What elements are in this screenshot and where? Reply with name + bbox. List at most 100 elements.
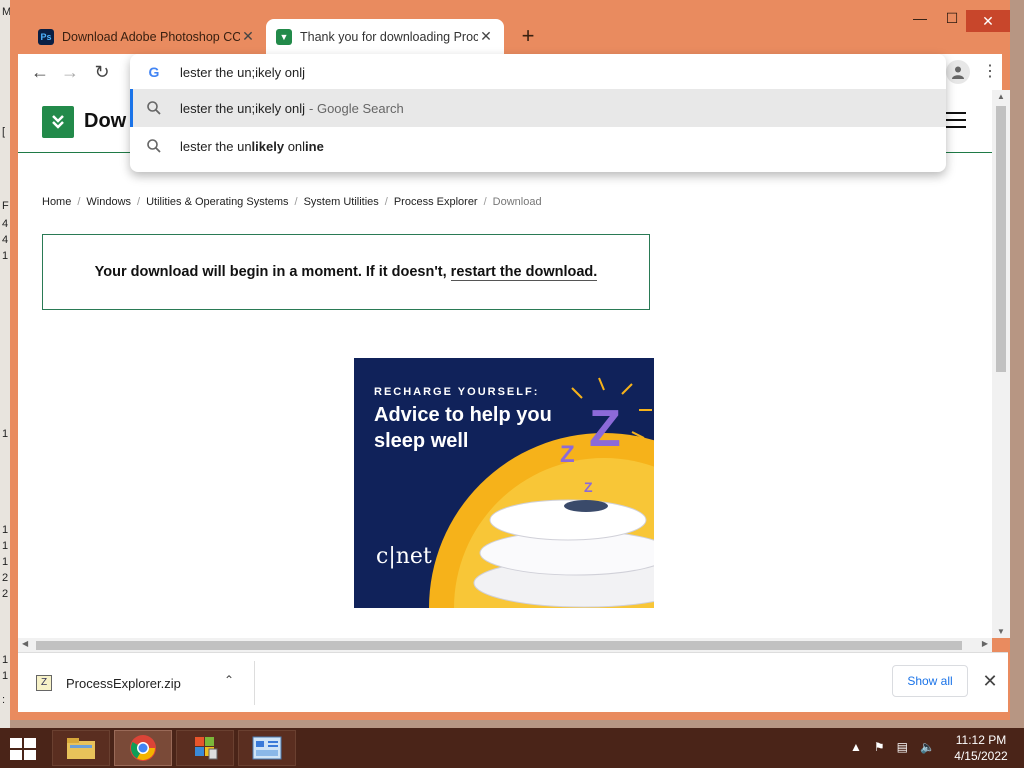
vertical-scrollbar[interactable]: ▲ ▼ (992, 90, 1010, 638)
clock[interactable]: 11:12 PM 4/15/2022 (946, 732, 1016, 764)
profile-icon[interactable] (946, 60, 970, 84)
omnibox-dropdown: G lester the un;ikely onlj - Google Sear… (130, 54, 946, 172)
scroll-right-icon[interactable]: ▶ (982, 639, 988, 648)
site-logo-icon[interactable] (42, 106, 74, 138)
cnet-logo: c|net (376, 544, 432, 569)
edge-text: 2 (2, 588, 9, 600)
download-site-icon: ▼ (276, 28, 292, 45)
suggestion-suffix: - Google Search (309, 100, 404, 116)
forward-button[interactable]: → (58, 60, 82, 84)
show-hidden-icons-icon[interactable]: ▲ (850, 740, 862, 754)
scroll-up-icon[interactable]: ▲ (996, 92, 1006, 101)
breadcrumb-home[interactable]: Home (42, 196, 71, 208)
scrollbar-thumb[interactable] (996, 106, 1006, 372)
scroll-left-icon[interactable]: ◀ (22, 639, 28, 648)
chrome-icon[interactable] (114, 730, 172, 766)
tab-title: Thank you for downloading Proc (300, 29, 478, 44)
photoshop-icon: Ps (38, 28, 54, 45)
tab-close-icon[interactable]: ✕ (478, 28, 494, 45)
zip-file-icon: Z (36, 675, 52, 691)
search-icon (147, 139, 161, 153)
clock-time: 11:12 PM (955, 733, 1007, 747)
breadcrumb-utilities[interactable]: Utilities & Operating Systems (146, 196, 288, 208)
hamburger-icon[interactable] (946, 112, 966, 130)
download-filename: ProcessExplorer.zip (66, 675, 181, 691)
new-tab-button[interactable]: + (516, 24, 540, 48)
scroll-down-icon[interactable]: ▼ (996, 627, 1006, 636)
windows-explorer-icon[interactable] (176, 730, 234, 766)
back-button[interactable]: ← (28, 60, 52, 84)
breadcrumb-windows[interactable]: Windows (86, 196, 131, 208)
advertisement[interactable]: Z Z Z RECHARGE YOURSELF: Advice to help … (354, 358, 654, 608)
chevron-up-icon[interactable]: ⌃ (224, 673, 234, 687)
tab-process-explorer[interactable]: ▼ Thank you for downloading Proc ✕ (266, 19, 504, 54)
tab-close-icon[interactable]: ✕ (240, 28, 256, 45)
scrollbar-thumb[interactable] (36, 641, 962, 650)
svg-text:Z: Z (584, 479, 593, 495)
close-window-button[interactable]: ✕ (966, 10, 1010, 32)
tab-photoshop[interactable]: Ps Download Adobe Photoshop CC ✕ (28, 19, 266, 54)
breadcrumb-process-explorer[interactable]: Process Explorer (394, 196, 478, 208)
edge-text: 4 (2, 234, 9, 246)
breadcrumb-separator: / (137, 196, 141, 208)
suggestion-completion[interactable]: lester the unlikely online (130, 127, 946, 165)
breadcrumb-separator: / (294, 196, 298, 208)
maximize-button[interactable]: ☐ (942, 10, 962, 27)
close-shelf-icon[interactable]: ✕ (980, 669, 1000, 693)
suggestion-google-search[interactable]: lester the un;ikely onlj - Google Search (130, 89, 946, 127)
edge-text: 1 (2, 540, 9, 552)
divider (254, 661, 255, 705)
search-icon (147, 101, 161, 115)
ad-headline: Advice to help you sleep well (374, 404, 552, 452)
network-icon[interactable]: ▤ (897, 740, 908, 754)
title-bar[interactable]: Ps Download Adobe Photoshop CC ✕ ▼ Thank… (10, 0, 1010, 54)
file-explorer-icon[interactable] (52, 730, 110, 766)
volume-muted-icon[interactable]: 🔈 (920, 740, 935, 754)
edge-text: F (2, 200, 9, 212)
edge-text: : (2, 694, 6, 706)
svg-text:Z: Z (560, 441, 575, 468)
minimize-button[interactable]: — (910, 10, 930, 26)
download-notice: Your download will begin in a moment. If… (42, 234, 650, 310)
person-icon (952, 66, 964, 79)
show-all-button[interactable]: Show all (892, 665, 968, 697)
action-center-flag-icon[interactable]: ⚑ (874, 740, 885, 754)
edge-text: 1 (2, 670, 9, 682)
browser-window: Ps Download Adobe Photoshop CC ✕ ▼ Thank… (10, 0, 1010, 720)
ad-kicker: RECHARGE YOURSELF: (374, 386, 540, 398)
notice-text: Your download will begin in a moment. If… (94, 264, 447, 280)
edge-text: [ (2, 126, 6, 138)
control-panel-icon[interactable] (238, 730, 296, 766)
address-input[interactable] (180, 60, 920, 84)
edge-text: 1 (2, 428, 9, 440)
download-shelf: Z ProcessExplorer.zip ⌃ Show all ✕ (18, 652, 1008, 712)
suggestion-text: lester the unlikely online (180, 138, 324, 154)
edge-text: 1 (2, 524, 9, 536)
edge-text: 1 (2, 250, 9, 262)
breadcrumb-separator: / (483, 196, 487, 208)
taskbar: ▲ ⚑ ▤ 🔈 11:12 PM 4/15/2022 (0, 728, 1024, 768)
breadcrumb: Home / Windows / Utilities & Operating S… (42, 196, 542, 208)
edge-text: 1 (2, 556, 9, 568)
breadcrumb-separator: / (77, 196, 81, 208)
reload-button[interactable]: ↻ (90, 60, 114, 84)
page-content: Dow Home / Windows / Utilities & Operati… (18, 90, 992, 638)
suggestion-text: lester the un;ikely onlj (180, 100, 306, 116)
start-button[interactable] (10, 738, 38, 760)
download-item[interactable]: Z ProcessExplorer.zip (36, 669, 246, 697)
breadcrumb-current: Download (492, 196, 542, 208)
breadcrumb-separator: / (384, 196, 388, 208)
system-tray: ▲ ⚑ ▤ 🔈 (850, 740, 935, 754)
menu-button[interactable]: ⋮ (982, 60, 998, 84)
breadcrumb-system-utilities[interactable]: System Utilities (304, 196, 379, 208)
edge-text: 4 (2, 218, 9, 230)
svg-text:Z: Z (589, 400, 621, 458)
google-icon: G (148, 64, 160, 80)
site-name[interactable]: Dow (84, 110, 126, 133)
edge-text: 1 (2, 654, 9, 666)
edge-text: 2 (2, 572, 9, 584)
tab-title: Download Adobe Photoshop CC (62, 29, 240, 44)
horizontal-scrollbar[interactable]: ◀ ▶ (18, 638, 992, 652)
restart-download-link[interactable]: restart the download. (450, 264, 598, 281)
omnibox[interactable]: G (130, 54, 946, 90)
